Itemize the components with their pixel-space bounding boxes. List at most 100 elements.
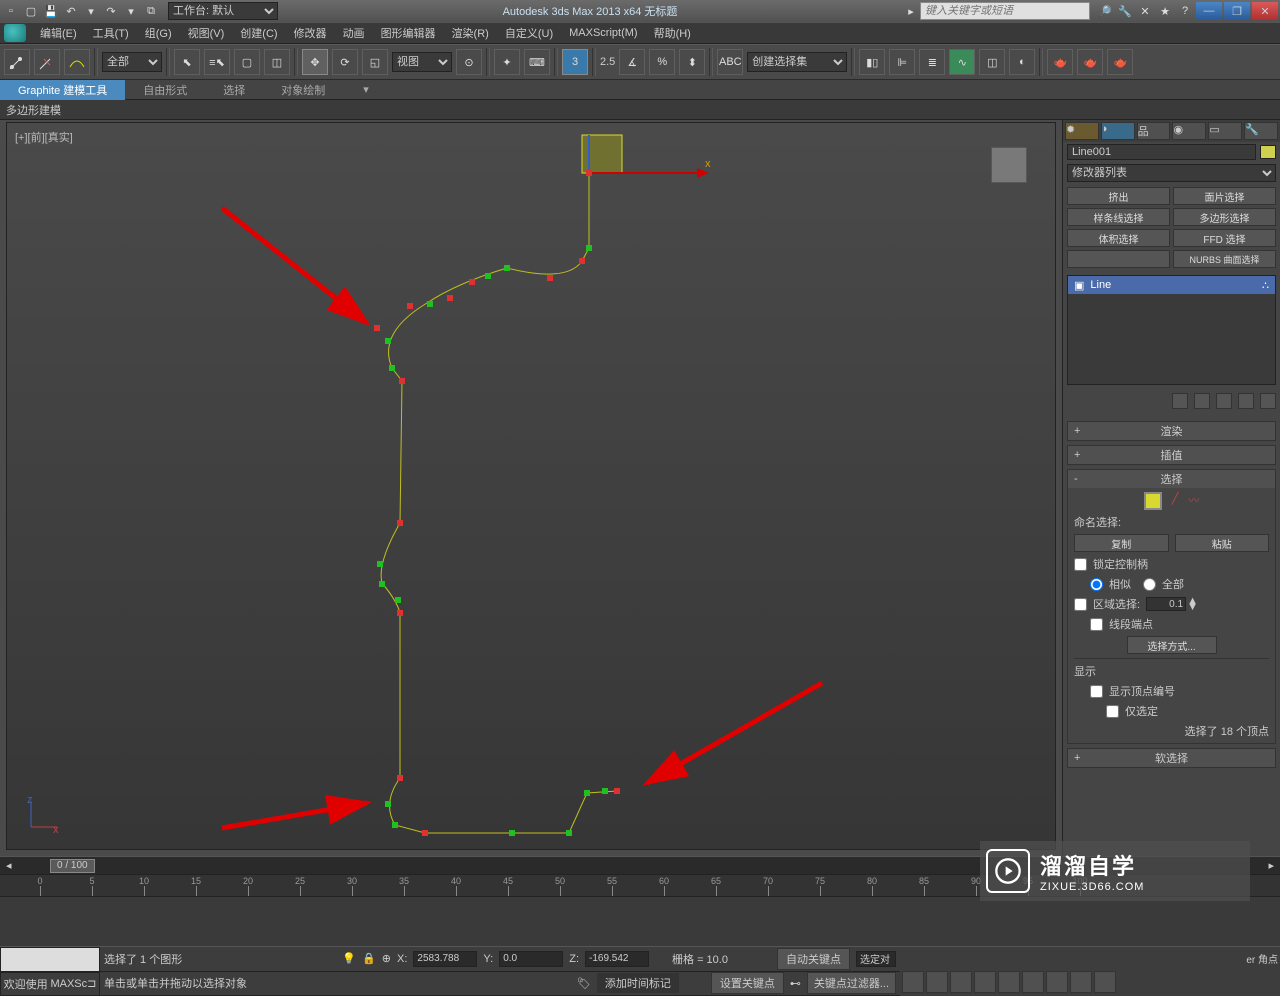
infocenter-icon[interactable]: ▸ bbox=[902, 2, 920, 20]
menu-maxscript[interactable]: MAXScript(M) bbox=[561, 22, 645, 44]
menu-group[interactable]: 组(G) bbox=[137, 22, 180, 44]
expand-icon[interactable]: ▣ bbox=[1074, 279, 1084, 292]
app-logo-icon[interactable] bbox=[4, 24, 26, 42]
render-icon[interactable]: 🫖 bbox=[1107, 49, 1133, 75]
remove-mod-icon[interactable] bbox=[1238, 393, 1254, 409]
tab-create-icon[interactable]: ✹ bbox=[1065, 122, 1099, 140]
maximize-button[interactable]: ❐ bbox=[1224, 2, 1250, 20]
object-color-swatch[interactable] bbox=[1260, 145, 1276, 159]
copy-button[interactable]: 复制 bbox=[1074, 534, 1169, 552]
select-by-name-icon[interactable]: ≡⬉ bbox=[204, 49, 230, 75]
named-selection-select[interactable]: 创建选择集 bbox=[747, 52, 847, 72]
pivot-center-icon[interactable]: ⊙ bbox=[456, 49, 482, 75]
show-vertex-num-check[interactable]: 显示顶点编号 bbox=[1090, 683, 1269, 699]
orbit-icon[interactable] bbox=[1046, 971, 1068, 993]
lock-icon[interactable]: 💡 bbox=[342, 952, 356, 965]
configure-icon[interactable] bbox=[1260, 393, 1276, 409]
mod-btn-patchsel[interactable]: 面片选择 bbox=[1173, 187, 1276, 205]
move-icon[interactable]: ✥ bbox=[302, 49, 328, 75]
viewcube[interactable] bbox=[991, 147, 1027, 183]
only-selected-check[interactable]: 仅选定 bbox=[1106, 703, 1269, 719]
coord-toggle-icon[interactable]: ⊕ bbox=[382, 952, 391, 965]
viewport-label[interactable]: [+][前][真实] bbox=[15, 129, 73, 145]
snap-3d-icon[interactable]: 3 bbox=[562, 49, 588, 75]
lock-handles-check[interactable]: 锁定控制柄 bbox=[1074, 556, 1269, 572]
tab-motion-icon[interactable]: ◉ bbox=[1172, 122, 1206, 140]
redo-icon[interactable]: ↷ bbox=[102, 2, 120, 20]
rollout-head-interp[interactable]: +插值 bbox=[1068, 446, 1275, 464]
ref-coord-select[interactable]: 视图 bbox=[392, 52, 452, 72]
show-end-icon[interactable] bbox=[1194, 393, 1210, 409]
x-input[interactable] bbox=[413, 951, 477, 967]
similar-radio[interactable]: 相似 bbox=[1090, 576, 1131, 592]
keyboard-shortcut-icon[interactable]: ⌨ bbox=[524, 49, 550, 75]
binoculars-icon[interactable]: 🔎 bbox=[1096, 2, 1114, 20]
area-value-input[interactable] bbox=[1146, 597, 1186, 611]
time-right-icon[interactable]: ▸ bbox=[1268, 859, 1274, 872]
z-input[interactable] bbox=[585, 951, 649, 967]
subobj-segment-icon[interactable]: ╱ bbox=[1172, 492, 1179, 510]
mod-btn-volsel[interactable]: 体积选择 bbox=[1067, 229, 1170, 247]
mod-btn-nurbssel[interactable]: NURBS 曲面选择 bbox=[1173, 250, 1276, 268]
curve-editor-icon[interactable]: ∿ bbox=[949, 49, 975, 75]
paste-button[interactable]: 粘贴 bbox=[1175, 534, 1270, 552]
goto-start-icon[interactable] bbox=[902, 971, 924, 993]
mod-btn-empty[interactable] bbox=[1067, 250, 1170, 268]
object-name-input[interactable] bbox=[1067, 144, 1256, 160]
workspace-chooser[interactable]: 工作台: 默认 bbox=[168, 2, 278, 20]
ribbon-collapse-icon[interactable]: ▾ bbox=[363, 83, 369, 96]
help-icon[interactable]: ? bbox=[1176, 2, 1194, 20]
tab-display-icon[interactable]: ▭ bbox=[1208, 122, 1242, 140]
play-icon[interactable] bbox=[950, 971, 972, 993]
selection-set-small[interactable] bbox=[856, 951, 896, 967]
select-object-icon[interactable]: ⬉ bbox=[174, 49, 200, 75]
tab-modify-icon[interactable]: ◗ bbox=[1101, 122, 1135, 140]
tab-hierarchy-icon[interactable]: 品 bbox=[1137, 122, 1171, 140]
area-select-check[interactable]: 区域选择: ▲▼ bbox=[1074, 596, 1269, 612]
stack-subobject-icon[interactable]: ∴ bbox=[1262, 279, 1269, 292]
open-icon[interactable]: ▢ bbox=[22, 2, 40, 20]
subobj-spline-icon[interactable]: 〰 bbox=[1188, 492, 1199, 510]
maximize-vp-icon[interactable] bbox=[1094, 971, 1116, 993]
rollout-head-selection[interactable]: -选择 bbox=[1068, 470, 1275, 488]
pin-stack-icon[interactable] bbox=[1172, 393, 1188, 409]
ribbon-tab-selection[interactable]: 选择 bbox=[205, 80, 263, 100]
arrow-down-icon[interactable]: ▾ bbox=[122, 2, 140, 20]
frame-indicator[interactable]: 0 / 100 bbox=[50, 859, 95, 873]
percent-snap-icon[interactable]: % bbox=[649, 49, 675, 75]
select-by-button[interactable]: 选择方式... bbox=[1127, 636, 1217, 654]
zoom-ext-icon[interactable] bbox=[1070, 971, 1092, 993]
menu-modifiers[interactable]: 修改器 bbox=[286, 22, 335, 44]
stack-item-line[interactable]: ▣ Line ∴ bbox=[1068, 276, 1275, 294]
scale-icon[interactable]: ◱ bbox=[362, 49, 388, 75]
minimize-button[interactable]: — bbox=[1196, 2, 1222, 20]
prev-frame-icon[interactable] bbox=[926, 971, 948, 993]
undo-icon[interactable]: ↶ bbox=[62, 2, 80, 20]
align-icon[interactable]: ⊫ bbox=[889, 49, 915, 75]
ribbon-tab-freeform[interactable]: 自由形式 bbox=[125, 80, 205, 100]
angle-snap-icon[interactable]: ∡ bbox=[619, 49, 645, 75]
pan-icon[interactable] bbox=[1022, 971, 1044, 993]
search-input[interactable] bbox=[920, 2, 1090, 20]
menu-rendering[interactable]: 渲染(R) bbox=[444, 22, 497, 44]
menu-edit[interactable]: 编辑(E) bbox=[32, 22, 85, 44]
arrow-down-icon[interactable]: ▾ bbox=[82, 2, 100, 20]
ribbon-panel-label[interactable]: 多边形建模 bbox=[6, 102, 61, 118]
window-crossing-icon[interactable]: ◫ bbox=[264, 49, 290, 75]
spinner-snap-icon[interactable]: ⬍ bbox=[679, 49, 705, 75]
save-icon[interactable]: 💾 bbox=[42, 2, 60, 20]
goto-end-icon[interactable] bbox=[998, 971, 1020, 993]
render-setup-icon[interactable]: 🫖 bbox=[1047, 49, 1073, 75]
menu-help[interactable]: 帮助(H) bbox=[646, 22, 699, 44]
rotate-icon[interactable]: ⟳ bbox=[332, 49, 358, 75]
unlink-icon[interactable] bbox=[34, 49, 60, 75]
favorite-icon[interactable]: ★ bbox=[1156, 2, 1174, 20]
mod-btn-splinesel[interactable]: 样条线选择 bbox=[1067, 208, 1170, 226]
mod-btn-polysel[interactable]: 多边形选择 bbox=[1173, 208, 1276, 226]
viewport-front[interactable]: [+][前][真实] x bbox=[6, 122, 1056, 850]
bind-spacewarp-icon[interactable] bbox=[64, 49, 90, 75]
rollout-head-softsel[interactable]: +软选择 bbox=[1068, 749, 1275, 767]
modifier-stack[interactable]: ▣ Line ∴ bbox=[1067, 275, 1276, 385]
key-filter-button[interactable]: 关键点过滤器... bbox=[807, 972, 896, 994]
subobj-vertex-icon[interactable] bbox=[1144, 492, 1162, 510]
